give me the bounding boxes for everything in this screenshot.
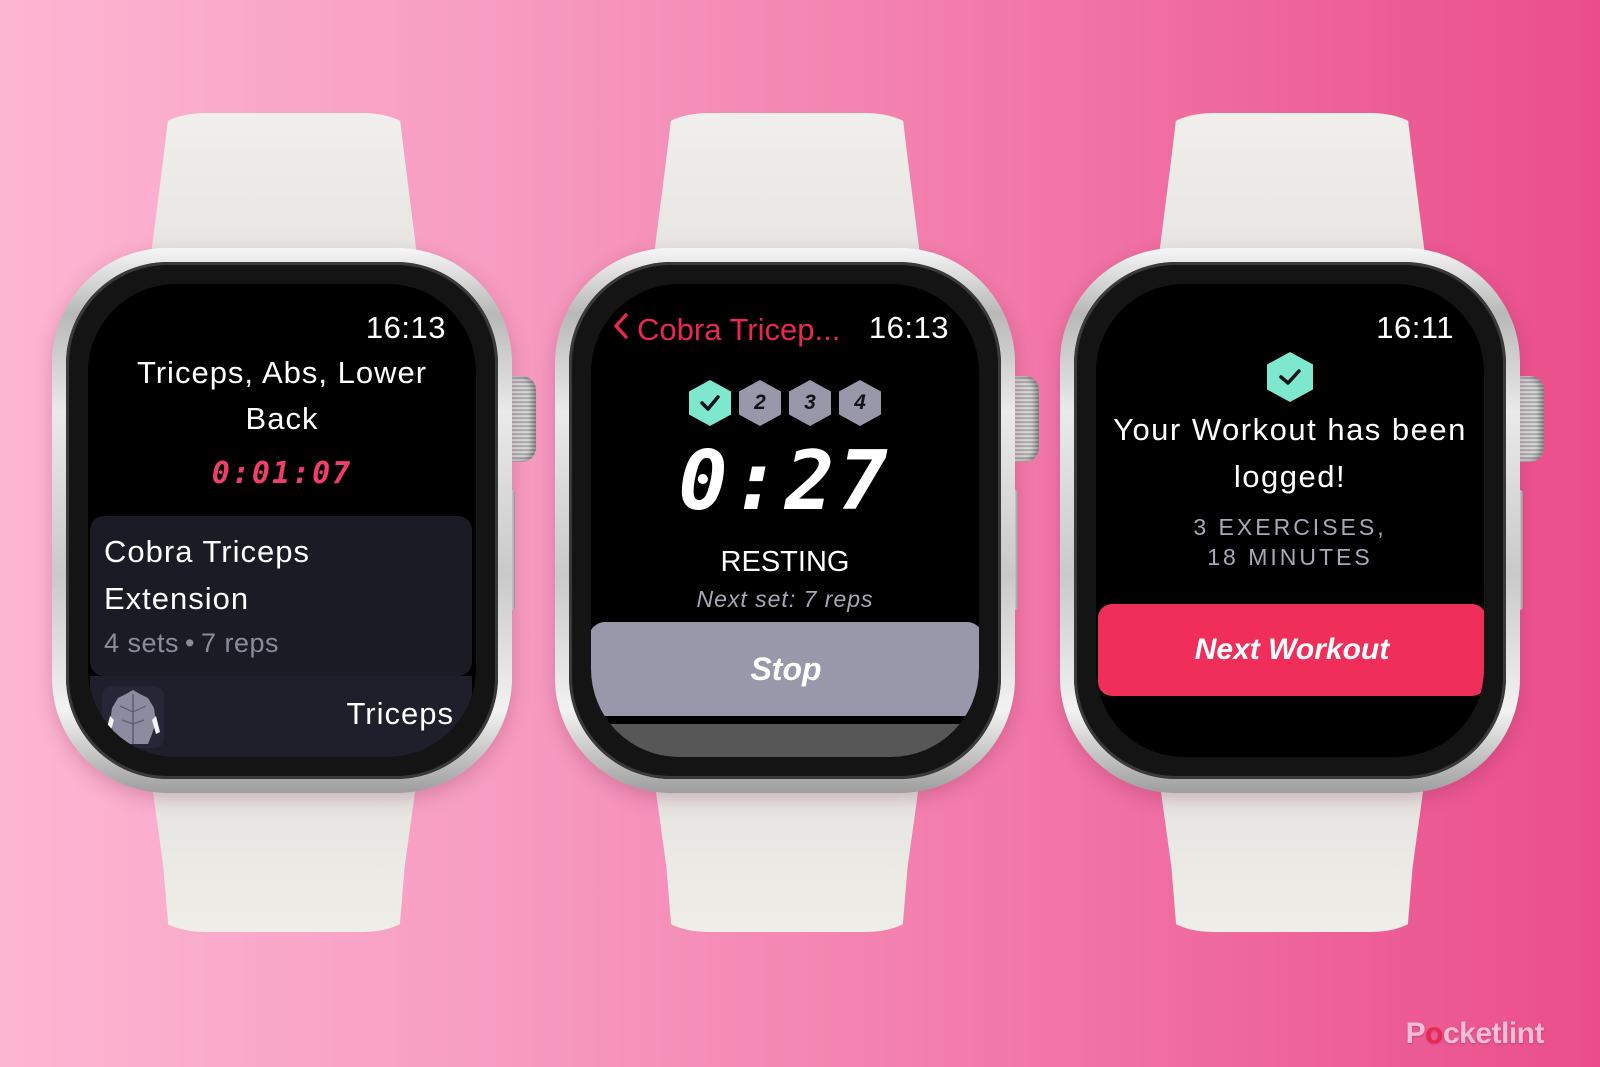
- checkmark-hexagon-icon: [1267, 352, 1313, 402]
- watch-case: 16:13 Triceps, Abs, Lower Back 0:01:07 C…: [52, 248, 512, 793]
- watch-bezel: 16:13 Triceps, Abs, Lower Back 0:01:07 C…: [66, 262, 498, 779]
- watch-band-bottom: [1158, 770, 1426, 932]
- watch-band-bottom: [653, 770, 921, 932]
- watch-workout-overview: 16:13 Triceps, Abs, Lower Back 0:01:07 C…: [52, 0, 552, 1067]
- workout-title: Triceps, Abs, Lower Back: [136, 355, 428, 436]
- power-icon: o: [1425, 1017, 1443, 1050]
- back-button[interactable]: Cobra Tricep...: [613, 310, 840, 349]
- exercise-sets: 4 sets: [104, 628, 180, 658]
- muscle-group-row[interactable]: Triceps: [90, 676, 472, 757]
- exercise-card[interactable]: Cobra Triceps Extension 4 sets • 7 reps: [90, 516, 472, 676]
- next-set-label: Next set: 7 reps: [696, 586, 874, 612]
- stop-button[interactable]: Stop: [591, 622, 979, 716]
- watch-screen: Cobra Tricep... 16:13 2 3 4 0:27 RESTING…: [591, 284, 979, 757]
- set-indicator: 4: [839, 380, 881, 426]
- status-time: 16:13: [365, 310, 446, 345]
- set-indicator: 3: [789, 380, 831, 426]
- watch-case: Cobra Tricep... 16:13 2 3 4 0:27 RESTING…: [555, 248, 1015, 793]
- watch-case: 16:11 Your Workout has been logged! 3 Ex…: [1060, 248, 1520, 793]
- watch-bezel: Cobra Tricep... 16:13 2 3 4 0:27 RESTING…: [569, 262, 1001, 779]
- logo-text-start: P: [1405, 1017, 1426, 1050]
- muscle-body-icon: [102, 686, 164, 748]
- exercise-name: Cobra Triceps Extension: [104, 534, 310, 616]
- next-workout-button[interactable]: Next Workout: [1098, 604, 1484, 696]
- logo-text-end: cketlint: [1442, 1017, 1545, 1050]
- exercise-summary: 4 sets • 7 reps: [104, 628, 458, 659]
- watch-band-top: [653, 113, 921, 263]
- exercise-reps: 7 reps: [201, 628, 280, 658]
- workout-stats: 3 Exercises, 18 Minutes: [1096, 512, 1484, 572]
- watch-bezel: 16:11 Your Workout has been logged! 3 Ex…: [1074, 262, 1506, 779]
- watch-band-bottom: [150, 770, 418, 932]
- watch-screen: 16:11 Your Workout has been logged! 3 Ex…: [1096, 284, 1484, 757]
- separator-dot: •: [185, 628, 195, 658]
- rest-state-label: RESTING: [720, 546, 850, 578]
- more-options-panel[interactable]: [599, 724, 971, 757]
- muscle-group-label: Triceps: [346, 696, 454, 731]
- workout-logged-message: Your Workout has been logged!: [1113, 412, 1467, 494]
- set-indicator: 2: [739, 380, 781, 426]
- back-label: Cobra Tricep...: [637, 311, 841, 347]
- watch-screen: 16:13 Triceps, Abs, Lower Back 0:01:07 C…: [88, 284, 476, 757]
- exercise-count: 3 Exercises,: [1193, 514, 1387, 540]
- watch-rest-timer: Cobra Tricep... 16:13 2 3 4 0:27 RESTING…: [555, 0, 1055, 1067]
- set-progress: 2 3 4: [591, 380, 979, 426]
- status-time: 16:11: [1376, 310, 1454, 345]
- rest-timer: 0:27: [678, 434, 892, 529]
- elapsed-timer: 0:01:07: [211, 456, 353, 491]
- workout-duration: 18 Minutes: [1207, 544, 1373, 570]
- watch-band-top: [1158, 113, 1426, 263]
- set-indicator-complete: [689, 380, 731, 426]
- pocketlint-logo: Pocketlint: [1405, 1017, 1545, 1051]
- status-time: 16:13: [868, 310, 949, 345]
- watch-band-top: [150, 113, 418, 263]
- watch-workout-logged: 16:11 Your Workout has been logged! 3 Ex…: [1060, 0, 1560, 1067]
- chevron-left-icon: [613, 310, 629, 349]
- checkmark-icon: [700, 395, 720, 411]
